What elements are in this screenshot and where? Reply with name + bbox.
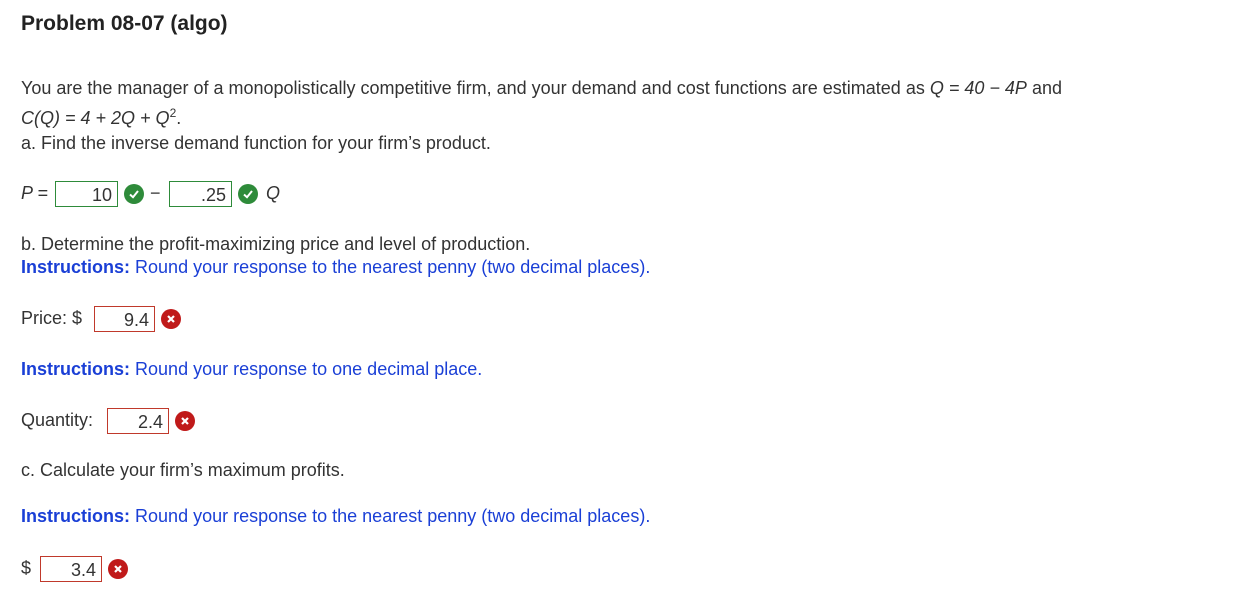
part-c-prompt: c. Calculate your firm’s maximum profits… [21,460,345,480]
price-input[interactable]: 9.4 [94,306,155,332]
check-icon [124,184,144,204]
price-instructions: Instructions: Round your response to the… [21,257,650,278]
cost-equation: C(Q) = 4 + 2Q + Q [21,108,170,128]
check-icon [238,184,258,204]
quantity-label: Quantity: [21,410,94,430]
quantity-instructions: Instructions: Round your response to one… [21,359,482,380]
page-title: Problem 08-07 (algo) [21,12,228,35]
part-b-prompt: b. Determine the profit-maximizing price… [21,234,531,254]
problem-statement: You are the manager of a monopolisticall… [21,78,1062,99]
slope-input[interactable]: .25 [169,181,232,207]
price-label: Price: $ [21,308,83,328]
cost-period: . [176,108,182,128]
instructions-text: Round your response to one decimal place… [135,359,483,379]
x-icon [108,559,128,579]
instructions-label: Instructions: [21,359,131,379]
x-icon [161,309,181,329]
and-text: and [1031,78,1062,98]
cost-function: C(Q) = 4 + 2Q + Q2. [21,106,181,129]
x-icon [175,411,195,431]
minus-sign: − [150,183,161,203]
problem-statement-text: You are the manager of a monopolisticall… [21,78,925,98]
profit-instructions: Instructions: Round your response to the… [21,506,650,527]
q-label: Q [266,183,281,203]
part-a-prompt: a. Find the inverse demand function for … [21,133,491,153]
instructions-text: Round your response to the nearest penny… [135,257,651,277]
instructions-label: Instructions: [21,506,131,526]
intercept-input[interactable]: 10 [55,181,118,207]
p-label: P = [21,183,48,203]
profit-input[interactable]: 3.4 [40,556,102,582]
demand-equation: Q = 40 − 4P [929,78,1027,98]
instructions-text: Round your response to the nearest penny… [135,506,651,526]
dollar-sign: $ [21,558,32,578]
instructions-label: Instructions: [21,257,131,277]
quantity-input[interactable]: 2.4 [107,408,169,434]
